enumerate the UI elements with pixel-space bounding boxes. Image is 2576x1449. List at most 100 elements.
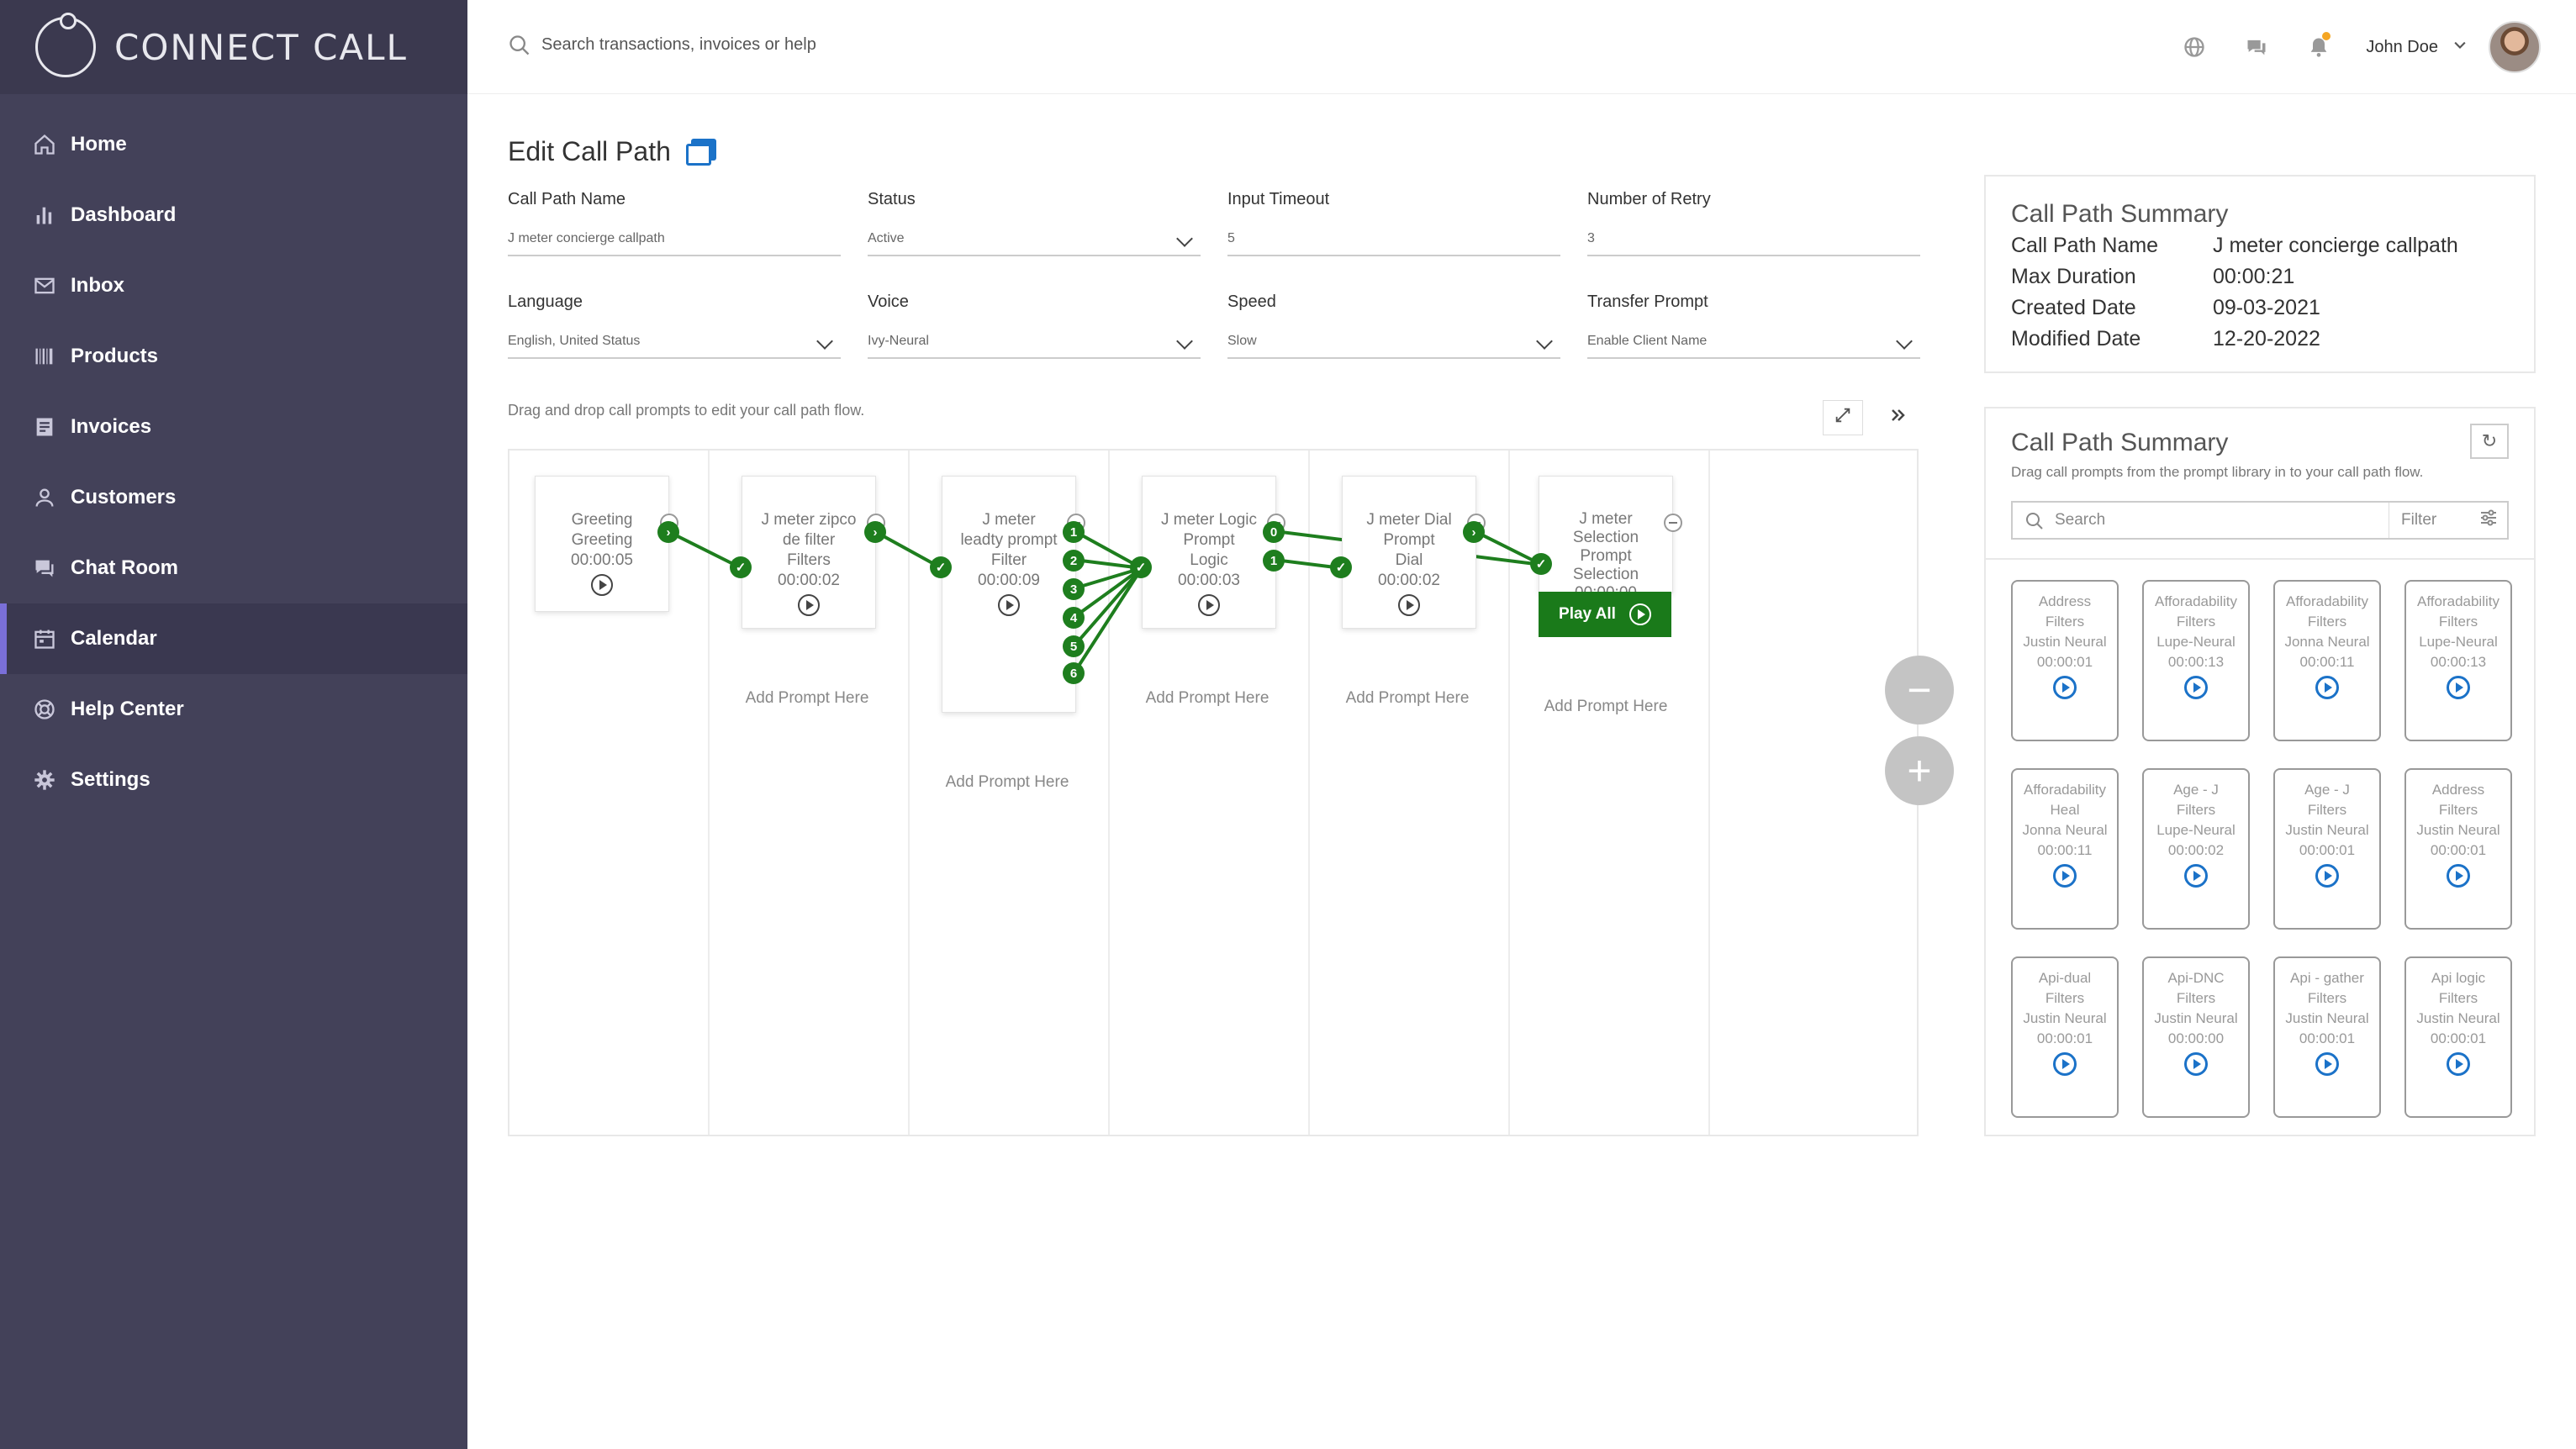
play-icon[interactable]	[2315, 1052, 2339, 1076]
play-icon[interactable]	[2315, 864, 2339, 888]
card-line: 00:00:01	[2430, 842, 2487, 858]
library-prompt-card[interactable]: Address Filters Justin Neural 00:00:01	[2011, 580, 2119, 741]
flow-card[interactable]: Greeting Greeting 00:00:05	[535, 476, 678, 612]
summary-value: 12-20-2022	[2213, 327, 2320, 350]
library-prompt-card[interactable]: Api logic Filters Justin Neural 00:00:01	[2404, 956, 2512, 1118]
flow-card[interactable]: J meter zipco de filter Filters 00:00:02	[742, 476, 885, 629]
input-check-node[interactable]: ✓	[1530, 553, 1552, 575]
zoom-out-button[interactable]: −	[1885, 656, 1954, 724]
input-check-node[interactable]: ✓	[1130, 556, 1152, 578]
zoom-in-button[interactable]: +	[1885, 736, 1954, 805]
library-prompt-card[interactable]: Address Filters Justin Neural 00:00:01	[2404, 768, 2512, 930]
library-prompt-card[interactable]: Afforadability Heal Jonna Neural 00:00:11	[2011, 768, 2119, 930]
filter-button[interactable]: Filter	[2389, 508, 2507, 533]
play-icon[interactable]	[2184, 676, 2208, 699]
library-prompt-card[interactable]: Age - J Filters Justin Neural 00:00:01	[2273, 768, 2381, 930]
library-prompt-card[interactable]: Afforadability Filters Lupe-Neural 00:00:13	[2142, 580, 2250, 741]
play-icon[interactable]	[2447, 1052, 2470, 1076]
flow-card[interactable]: J meter Dial Prompt Dial 00:00:02	[1342, 476, 1486, 629]
refresh-icon: ↻	[2481, 430, 2498, 451]
library-prompt-card[interactable]: Afforadability Filters Lupe-Neural 00:00:13	[2404, 580, 2512, 741]
card-line: Address	[2038, 593, 2092, 609]
input-check-node[interactable]: ✓	[930, 556, 952, 578]
card-line: 00:00:11	[2037, 842, 2093, 858]
library-search: Search Filter	[2011, 501, 2509, 540]
card-line: 00:00:01	[2299, 842, 2356, 858]
input-check-node[interactable]: ✓	[730, 556, 752, 578]
play-icon[interactable]	[2447, 864, 2470, 888]
play-icon[interactable]	[1198, 594, 1220, 616]
library-prompt-card[interactable]: Afforadability Filters Jonna Neural 00:00:1…	[2273, 580, 2381, 741]
summary-row: Call Path Name J meter concierge callpath	[2011, 234, 2458, 258]
refresh-button[interactable]: ↻	[2470, 424, 2509, 459]
play-icon[interactable]	[2053, 864, 2077, 888]
library-prompt-card[interactable]: Api - gather Filters Justin Neural 00:00:01	[2273, 956, 2381, 1118]
flow-card[interactable]: J meter Selection Prompt Selection 00:00…	[1539, 476, 1682, 602]
add-prompt-dropzone[interactable]: Add Prompt Here	[1323, 688, 1491, 709]
card-line: Justin Neural	[2154, 1010, 2238, 1026]
branch-node[interactable]: 4	[1063, 607, 1085, 629]
play-icon[interactable]	[2053, 1052, 2077, 1076]
card-line: Jonna Neural	[2022, 822, 2108, 838]
play-icon[interactable]	[998, 594, 1020, 616]
library-prompt-card[interactable]: Api-dual Filters Justin Neural 00:00:01	[2011, 956, 2119, 1118]
card-line: Justin Neural	[2023, 634, 2107, 650]
card-line: Lupe-Neural	[2156, 634, 2236, 650]
play-icon[interactable]	[591, 574, 613, 596]
play-icon[interactable]	[2184, 864, 2208, 888]
flow-card[interactable]: J meter leadty prompt Filter 00:00:09	[942, 476, 1085, 713]
branch-node[interactable]: 2	[1063, 550, 1085, 572]
card-line: Dial	[1395, 551, 1423, 569]
card-line: Address	[2431, 782, 2485, 798]
summary-value: J meter concierge callpath	[2213, 234, 2458, 257]
card-line: Age - J	[2173, 782, 2219, 798]
card-line: Filters	[2307, 802, 2347, 818]
add-prompt-dropzone[interactable]: Add Prompt Here	[723, 688, 891, 709]
play-icon[interactable]	[2184, 1052, 2208, 1076]
input-check-node[interactable]: ✓	[1330, 556, 1352, 578]
card-line: Api logic	[2431, 970, 2486, 986]
remove-icon[interactable]	[1664, 514, 1682, 532]
summary-key: Call Path Name	[2011, 234, 2159, 257]
library-search-input[interactable]: Search	[2013, 503, 2389, 538]
card-line: J meter Logic	[1160, 511, 1258, 529]
play-all-button[interactable]: Play All	[1539, 592, 1671, 637]
search-icon	[2024, 511, 2045, 536]
card-line: Api-DNC	[2167, 970, 2225, 986]
card-line: Justin Neural	[2285, 1010, 2369, 1026]
output-arrow-node[interactable]: ›	[657, 521, 679, 543]
card-line: Filters	[2438, 990, 2478, 1006]
play-all-label: Play All	[1559, 605, 1616, 623]
library-prompt-card[interactable]: Age - J Filters Lupe-Neural 00:00:02	[2142, 768, 2250, 930]
add-prompt-dropzone[interactable]: Add Prompt Here	[1123, 688, 1291, 709]
play-icon[interactable]	[2053, 676, 2077, 699]
play-icon[interactable]	[1398, 594, 1420, 616]
branch-node[interactable]: 1	[1263, 550, 1285, 572]
play-icon[interactable]	[2315, 676, 2339, 699]
add-prompt-dropzone[interactable]: Add Prompt Here	[923, 772, 1091, 793]
call-path-summary-panel: Call Path Summary Call Path Name J meter …	[1984, 175, 2536, 373]
branch-node[interactable]: 6	[1063, 662, 1085, 684]
play-icon[interactable]	[798, 594, 820, 616]
summary-key: Max Duration	[2011, 265, 2136, 288]
flow-card[interactable]: J meter Logic Prompt Logic 00:00:03	[1142, 476, 1285, 629]
branch-node[interactable]: 3	[1063, 578, 1085, 600]
app-root: CONNECT CALL Home Dashboard Inbox Products I…	[0, 0, 2576, 1449]
card-line: Filter	[990, 551, 1027, 569]
summary-key: Created Date	[2011, 296, 2136, 319]
card-line: Filters	[2045, 990, 2085, 1006]
panel-title: Call Path Summary	[2011, 200, 2229, 228]
branch-node[interactable]: 5	[1063, 635, 1085, 657]
branch-node[interactable]: 0	[1263, 521, 1285, 543]
card-line: 00:00:05	[571, 551, 633, 569]
output-arrow-node[interactable]: ›	[1463, 521, 1485, 543]
card-line: 00:00:01	[2036, 1030, 2093, 1046]
card-line: Lupe-Neural	[2156, 822, 2236, 838]
play-icon[interactable]	[2447, 676, 2470, 699]
add-prompt-dropzone[interactable]: Add Prompt Here	[1522, 696, 1690, 718]
branch-node[interactable]: 1	[1063, 521, 1085, 543]
output-arrow-node[interactable]: ›	[864, 521, 886, 543]
card-line: Filters	[2438, 614, 2478, 630]
card-line: Prompt	[1183, 531, 1235, 549]
library-prompt-card[interactable]: Api-DNC Filters Justin Neural 00:00:00	[2142, 956, 2250, 1118]
